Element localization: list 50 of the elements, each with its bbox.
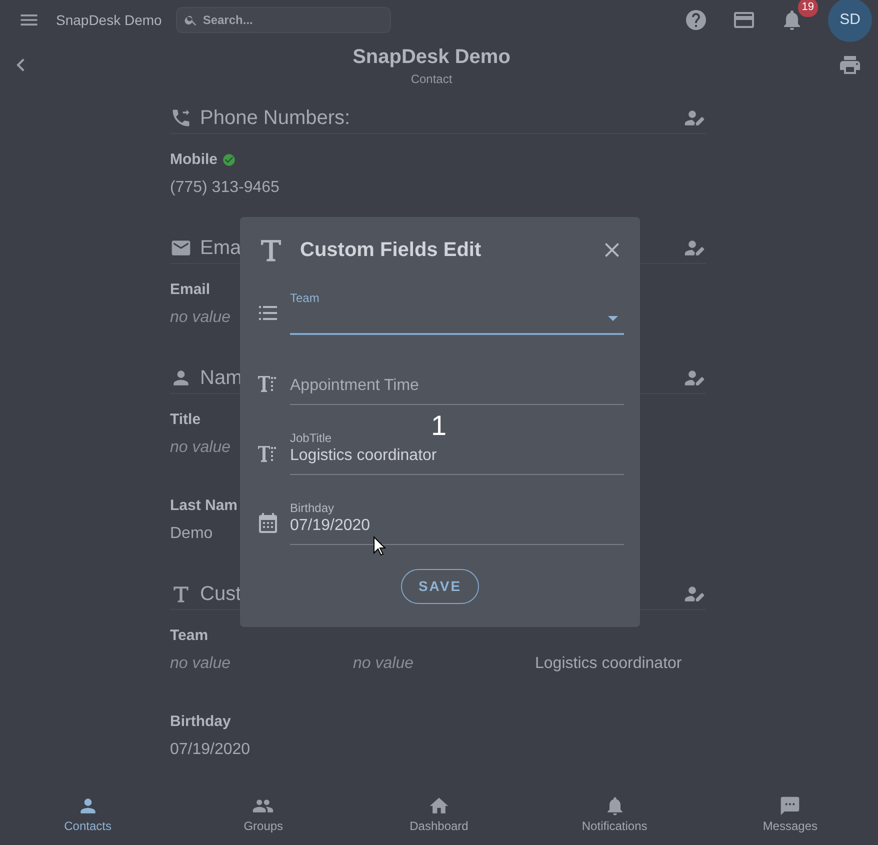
- empty-value: no value: [170, 654, 230, 674]
- field-label: Title: [170, 410, 201, 430]
- field-value: Demo: [170, 524, 213, 544]
- field-value: 07/19/2020: [170, 740, 250, 760]
- help-icon: [684, 8, 708, 32]
- section-title: Cust: [200, 582, 242, 606]
- field-label: Last Nam: [170, 496, 238, 516]
- search-icon: [184, 13, 198, 27]
- user-avatar[interactable]: SD: [828, 0, 872, 42]
- dialog-title: Custom Fields Edit: [300, 238, 482, 263]
- caret-icon: [608, 316, 618, 321]
- section-title: Phone Numbers:: [200, 106, 350, 130]
- field-label: Birthday: [170, 712, 231, 732]
- mouse-cursor-icon: [373, 536, 387, 556]
- dropdown-field[interactable]: Team: [290, 289, 624, 335]
- app-title: SnapDesk Demo: [56, 10, 162, 30]
- field-label: Birthday: [290, 500, 334, 517]
- chevron-left-icon: [16, 58, 25, 72]
- notification-count: 19: [798, 0, 818, 16]
- page-title: SnapDesk Demo: [352, 45, 512, 70]
- nav-tab[interactable]: Notifications: [582, 817, 648, 835]
- nav-tab[interactable]: Groups: [244, 817, 284, 835]
- field-label: Team: [170, 626, 208, 646]
- page-subtitle: Contact: [410, 71, 454, 88]
- field-placeholder: Appointment Time: [290, 376, 419, 396]
- chat-icon: [779, 795, 802, 817]
- field-value: Logistics coordinator: [535, 654, 682, 674]
- calendar-icon: [256, 511, 280, 535]
- nav-tab[interactable]: Dashboard: [410, 817, 468, 835]
- help-button[interactable]: [684, 8, 708, 32]
- print-icon: [838, 53, 862, 77]
- save-button[interactable]: SAVE: [401, 569, 479, 604]
- empty-value: no value: [170, 438, 230, 458]
- back-button[interactable]: [16, 58, 25, 72]
- section-title: Nam: [200, 366, 242, 390]
- search-field[interactable]: Search...: [176, 7, 391, 33]
- field-value: (775) 313-9465: [170, 178, 280, 198]
- field-label: Team: [290, 290, 320, 307]
- empty-value: no value: [353, 654, 414, 674]
- text-field[interactable]: Appointment Time: [290, 359, 624, 405]
- nav-tab[interactable]: Messages: [762, 817, 818, 835]
- field-label: Mobile: [170, 150, 218, 170]
- field-label: JobTitle: [290, 430, 332, 447]
- field-value: Logistics coordinator: [290, 446, 437, 466]
- print-button[interactable]: [838, 53, 862, 77]
- empty-value: no value: [170, 308, 230, 328]
- field-label: Email: [170, 280, 210, 300]
- field-value: 07/19/2020: [290, 516, 370, 536]
- nav-tab[interactable]: Contacts: [64, 817, 112, 835]
- section-title: Ema: [200, 236, 242, 260]
